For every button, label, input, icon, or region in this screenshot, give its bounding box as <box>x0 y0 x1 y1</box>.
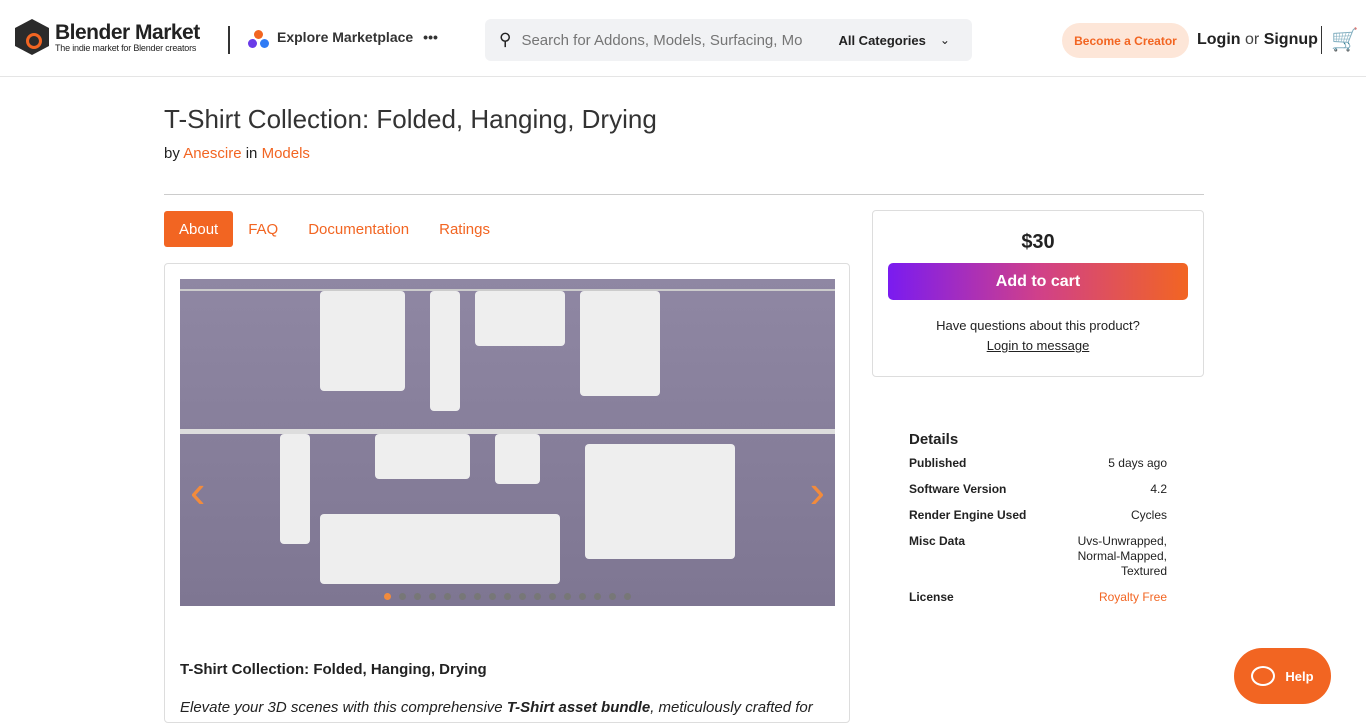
search-bar: ⚲ All Categories ⌄ <box>485 19 972 61</box>
help-label: Help <box>1285 669 1313 684</box>
become-creator-button[interactable]: Become a Creator <box>1062 23 1189 58</box>
carousel-dot[interactable] <box>444 593 451 600</box>
detail-row: Misc Data Uvs-Unwrapped, Normal-Mapped, T… <box>909 534 1167 579</box>
search-icon: ⚲ <box>499 30 511 50</box>
detail-value: 5 days ago <box>1108 456 1167 471</box>
by-text: by <box>164 145 180 162</box>
signup-link[interactable]: Signup <box>1264 31 1318 48</box>
description-text: Elevate your 3D scenes with this compreh… <box>180 699 813 716</box>
category-link[interactable]: Models <box>262 145 310 162</box>
tagline: The indie market for Blender creators <box>55 43 200 53</box>
carousel-dot[interactable] <box>624 593 631 600</box>
desc-post: , meticulously crafted for <box>650 699 813 716</box>
add-to-cart-button[interactable]: Add to cart <box>888 263 1188 300</box>
page-title: T-Shirt Collection: Folded, Hanging, Dry… <box>164 104 657 135</box>
divider <box>164 194 1204 195</box>
login-to-message-link[interactable]: Login to message <box>987 338 1090 353</box>
detail-value: 4.2 <box>1150 482 1167 497</box>
detail-row: Render Engine Used Cycles <box>909 508 1167 523</box>
byline: by Anescire in Models <box>164 145 310 162</box>
chevron-left-icon[interactable]: ‹ <box>190 464 205 518</box>
question-text: Have questions about this product? <box>873 318 1203 333</box>
tshirt-image <box>580 291 660 396</box>
logo-icon <box>15 19 49 55</box>
tshirt-image <box>430 291 460 411</box>
category-select[interactable]: All Categories <box>838 33 925 48</box>
tshirt-image <box>375 434 470 479</box>
or-text: or <box>1245 31 1259 48</box>
search-input[interactable] <box>521 32 816 49</box>
carousel-dot[interactable] <box>504 593 511 600</box>
desc-pre: Elevate your 3D scenes with this compreh… <box>180 699 507 716</box>
explore-marketplace-menu[interactable]: Explore Marketplace ••• <box>277 29 438 45</box>
divider <box>228 26 230 54</box>
about-panel: ‹ › T-Shirt Collection: Folded, Hanging,… <box>164 263 850 723</box>
tshirt-image <box>585 444 735 559</box>
detail-value[interactable]: Royalty Free <box>1099 590 1167 605</box>
login-link[interactable]: Login <box>1197 31 1241 48</box>
marketplace-icon <box>248 30 270 50</box>
details-section: Details Published 5 days ago Software Vers… <box>909 431 1167 616</box>
carousel-dot[interactable] <box>609 593 616 600</box>
explore-label: Explore Marketplace <box>277 29 413 45</box>
in-text: in <box>246 145 258 162</box>
tab-documentation[interactable]: Documentation <box>293 211 424 247</box>
carousel-dot[interactable] <box>594 593 601 600</box>
detail-key: Software Version <box>909 482 1006 497</box>
detail-key: Render Engine Used <box>909 508 1026 523</box>
carousel-dot[interactable] <box>399 593 406 600</box>
tab-about[interactable]: About <box>164 211 233 247</box>
chevron-down-icon[interactable]: ⌄ <box>940 33 950 47</box>
folded-tshirts-image <box>320 514 560 584</box>
tshirt-image <box>280 434 310 544</box>
carousel-dot[interactable] <box>549 593 556 600</box>
tshirt-image <box>320 291 405 391</box>
detail-value: Uvs-Unwrapped, Normal-Mapped, Textured <box>1078 534 1167 579</box>
tshirt-image <box>495 434 540 484</box>
cart-icon[interactable]: 🛒 <box>1331 27 1358 53</box>
carousel-dot[interactable] <box>384 593 391 600</box>
carousel-dot[interactable] <box>414 593 421 600</box>
detail-key: Published <box>909 456 966 471</box>
description-title: T-Shirt Collection: Folded, Hanging, Dry… <box>180 661 487 678</box>
details-title: Details <box>909 431 1167 448</box>
divider <box>1321 26 1322 54</box>
more-icon[interactable]: ••• <box>423 29 438 45</box>
author-link[interactable]: Anescire <box>183 145 241 162</box>
logo[interactable]: Blender MarketThe indie market for Blend… <box>15 19 200 55</box>
chat-bubble-icon <box>1251 666 1275 686</box>
help-button[interactable]: Help <box>1234 648 1331 704</box>
carousel-dot[interactable] <box>459 593 466 600</box>
detail-key: License <box>909 590 954 605</box>
detail-row: Software Version 4.2 <box>909 482 1167 497</box>
purchase-box: $30 Add to cart Have questions about thi… <box>872 210 1204 377</box>
brand-name: Blender Market <box>55 22 200 43</box>
detail-row: License Royalty Free <box>909 590 1167 605</box>
carousel-dot[interactable] <box>564 593 571 600</box>
tshirt-image <box>475 291 565 346</box>
carousel-dot[interactable] <box>489 593 496 600</box>
tab-faq[interactable]: FAQ <box>233 211 293 247</box>
carousel-dot[interactable] <box>579 593 586 600</box>
carousel-dot[interactable] <box>429 593 436 600</box>
carousel-dot[interactable] <box>474 593 481 600</box>
tab-ratings[interactable]: Ratings <box>424 211 505 247</box>
carousel-dot[interactable] <box>534 593 541 600</box>
product-image-carousel[interactable]: ‹ › <box>180 279 835 606</box>
price: $30 <box>873 231 1203 254</box>
carousel-dots <box>384 593 631 600</box>
detail-key: Misc Data <box>909 534 965 579</box>
site-header: Blender MarketThe indie market for Blend… <box>0 0 1366 77</box>
carousel-dot[interactable] <box>519 593 526 600</box>
detail-value: Cycles <box>1131 508 1167 523</box>
product-tabs: About FAQ Documentation Ratings <box>164 211 505 247</box>
desc-bold: T-Shirt asset bundle <box>507 699 650 716</box>
chevron-right-icon[interactable]: › <box>810 464 825 518</box>
detail-row: Published 5 days ago <box>909 456 1167 471</box>
